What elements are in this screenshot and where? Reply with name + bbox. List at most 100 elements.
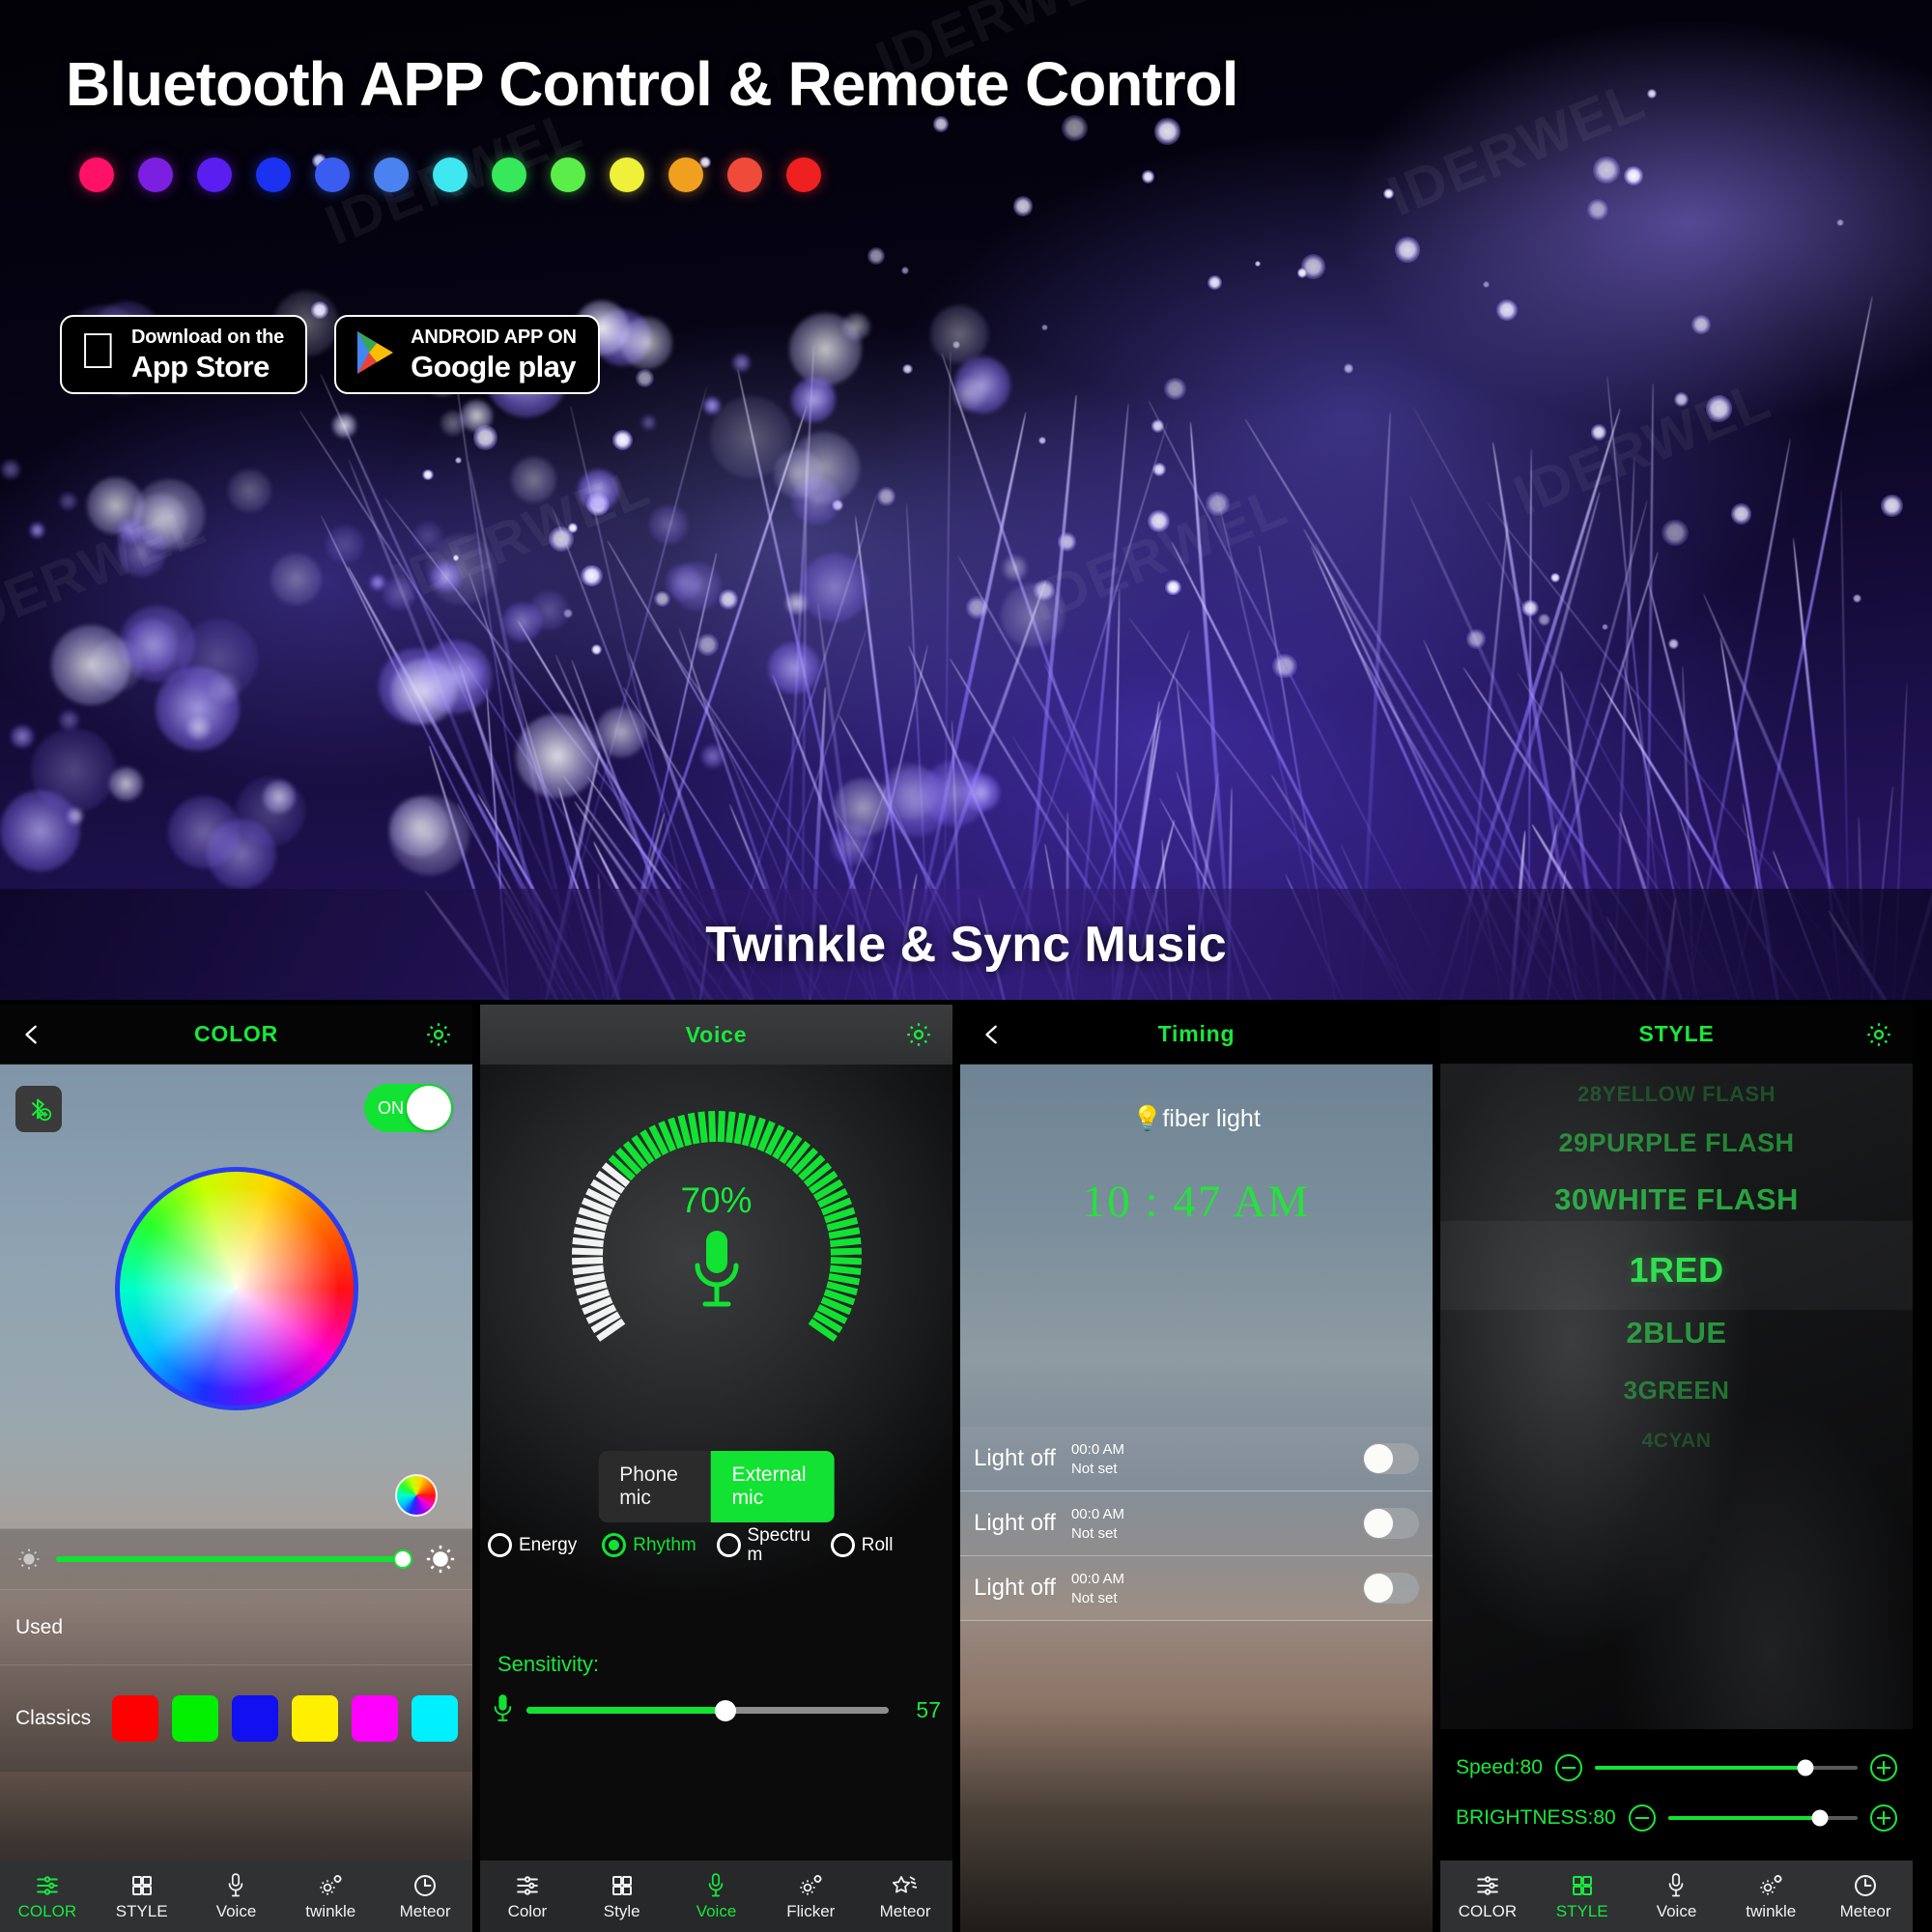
nav-item-meteor[interactable]: Meteor bbox=[858, 1872, 952, 1921]
fiber-tip bbox=[1705, 394, 1733, 422]
bokeh-light bbox=[117, 527, 166, 578]
voice-mode-roll[interactable]: Roll bbox=[830, 1533, 945, 1558]
color-picker-mini-icon[interactable] bbox=[395, 1474, 438, 1517]
classic-swatch-2[interactable] bbox=[232, 1695, 279, 1742]
nav-item-label: STYLE bbox=[1555, 1901, 1608, 1920]
style-slider[interactable] bbox=[1594, 1759, 1858, 1776]
back-icon[interactable] bbox=[981, 1024, 1003, 1045]
timer-row[interactable]: Light off 00:0 AM Not set bbox=[960, 1556, 1433, 1621]
bokeh-light bbox=[412, 521, 443, 551]
nav-item-meteor[interactable]: Meteor bbox=[378, 1872, 472, 1921]
bokeh-light bbox=[800, 554, 869, 622]
nav-item-color[interactable]: COLOR bbox=[1440, 1872, 1535, 1921]
timer-name: Light off bbox=[974, 1445, 1056, 1471]
mic-icon bbox=[225, 1872, 246, 1899]
color-screen-title: COLOR bbox=[193, 1021, 279, 1046]
mic-source-external[interactable]: External mic bbox=[710, 1451, 835, 1522]
bokeh-light bbox=[709, 396, 792, 479]
voice-mode-rhythm[interactable]: Rhythm bbox=[602, 1533, 716, 1558]
mic-source-phone[interactable]: Phone mic bbox=[598, 1451, 710, 1522]
nav-item-style[interactable]: STYLE bbox=[95, 1872, 189, 1921]
timer-toggle[interactable] bbox=[1363, 1573, 1419, 1604]
brightness-slider-knob[interactable] bbox=[393, 1549, 412, 1569]
style-option[interactable]: 28YELLOW FLASH bbox=[1440, 1082, 1913, 1107]
style-option[interactable]: 2BLUE bbox=[1440, 1316, 1913, 1350]
radio-circle[interactable] bbox=[716, 1533, 741, 1558]
power-toggle-knob bbox=[407, 1086, 451, 1130]
nav-item-color[interactable]: Color bbox=[480, 1872, 575, 1921]
style-option[interactable]: 3GREEN bbox=[1440, 1376, 1913, 1406]
google-play-badge[interactable]: ANDROID APP ON Google play bbox=[334, 315, 600, 394]
style-option[interactable]: 1RED bbox=[1440, 1250, 1913, 1291]
color-header: COLOR bbox=[0, 1005, 472, 1065]
bluetooth-add-button[interactable] bbox=[15, 1086, 62, 1132]
fiber-tip bbox=[1495, 298, 1518, 321]
classics-colors-row: Classics bbox=[0, 1665, 472, 1772]
style-option[interactable]: 29PURPLE FLASH bbox=[1440, 1128, 1913, 1158]
color-dot-0 bbox=[79, 157, 114, 192]
plus-button[interactable] bbox=[1870, 1804, 1897, 1832]
color-dot-1 bbox=[138, 157, 173, 192]
color-dot-7 bbox=[492, 157, 526, 192]
back-icon[interactable] bbox=[21, 1024, 43, 1045]
timer-name: Light off bbox=[974, 1510, 1056, 1536]
style-option[interactable]: 4CYAN bbox=[1440, 1430, 1913, 1453]
gear-icon[interactable] bbox=[904, 1020, 933, 1049]
bulb-icon: 💡 bbox=[1132, 1105, 1163, 1132]
classic-swatch-0[interactable] bbox=[112, 1695, 159, 1742]
nav-item-flicker[interactable]: Flicker bbox=[763, 1872, 858, 1921]
timer-toggle[interactable] bbox=[1363, 1443, 1419, 1474]
nav-item-style[interactable]: STYLE bbox=[1535, 1872, 1630, 1921]
plus-button[interactable] bbox=[1870, 1754, 1897, 1781]
gear-icon[interactable] bbox=[424, 1020, 453, 1049]
bokeh-light bbox=[236, 776, 306, 846]
gear-icon[interactable] bbox=[1864, 1020, 1893, 1049]
color-wheel[interactable] bbox=[114, 1167, 358, 1410]
bokeh-light bbox=[326, 525, 364, 564]
bokeh-light bbox=[701, 745, 724, 768]
brightness-slider[interactable] bbox=[56, 1549, 412, 1569]
timer-row[interactable]: Light off 00:0 AM Not set bbox=[960, 1492, 1433, 1556]
sensitivity-slider[interactable] bbox=[526, 1699, 889, 1721]
bokeh-light bbox=[108, 767, 144, 802]
voice-screen-title: Voice bbox=[685, 1021, 748, 1047]
classic-swatch-3[interactable] bbox=[292, 1695, 339, 1742]
style-option[interactable]: 30WHITE FLASH bbox=[1440, 1182, 1913, 1217]
power-toggle[interactable]: ON bbox=[364, 1084, 453, 1132]
classic-swatch-5[interactable] bbox=[412, 1695, 459, 1742]
mic-icon[interactable] bbox=[689, 1229, 745, 1310]
meteor-icon bbox=[892, 1872, 919, 1899]
classic-swatch-1[interactable] bbox=[172, 1695, 219, 1742]
classic-swatch-4[interactable] bbox=[352, 1695, 399, 1742]
nav-item-meteor[interactable]: Meteor bbox=[1818, 1872, 1913, 1921]
bokeh-light bbox=[50, 625, 131, 705]
nav-item-label: Voice bbox=[1656, 1901, 1697, 1920]
sensitivity-knob[interactable] bbox=[715, 1699, 737, 1721]
minus-button[interactable] bbox=[1628, 1804, 1656, 1832]
bokeh-light bbox=[501, 602, 542, 642]
nav-item-twinkle[interactable]: twinkle bbox=[283, 1872, 378, 1921]
nav-item-voice[interactable]: Voice bbox=[189, 1872, 284, 1921]
style-slider-knob[interactable] bbox=[1797, 1759, 1814, 1776]
nav-item-twinkle[interactable]: twinkle bbox=[1723, 1872, 1818, 1921]
timer-row[interactable]: Light off 00:0 AM Not set bbox=[960, 1427, 1433, 1492]
grid-icon bbox=[1571, 1872, 1594, 1899]
nav-item-voice[interactable]: Voice bbox=[1630, 1872, 1724, 1921]
radio-circle[interactable] bbox=[488, 1533, 512, 1558]
bokeh-light bbox=[0, 790, 81, 871]
minus-button[interactable] bbox=[1554, 1754, 1582, 1781]
fiber-tip bbox=[1836, 218, 1845, 227]
radio-circle[interactable] bbox=[602, 1533, 627, 1558]
nav-item-voice[interactable]: Voice bbox=[669, 1872, 764, 1921]
app-store-badge[interactable]:  Download on the App Store bbox=[60, 315, 308, 394]
nav-item-color[interactable]: COLOR bbox=[0, 1872, 95, 1921]
timer-toggle[interactable] bbox=[1363, 1508, 1419, 1539]
style-slider[interactable] bbox=[1667, 1809, 1858, 1827]
radio-circle[interactable] bbox=[830, 1533, 855, 1558]
style-slider-knob[interactable] bbox=[1811, 1809, 1829, 1827]
voice-mode-spectrum[interactable]: Spectru m bbox=[716, 1526, 831, 1565]
gear-sparkle-icon bbox=[1757, 1872, 1784, 1899]
nav-item-style[interactable]: Style bbox=[575, 1872, 669, 1921]
voice-mode-energy[interactable]: Energy bbox=[488, 1533, 602, 1558]
mic-source-segmented[interactable]: Phone mic External mic bbox=[598, 1451, 835, 1522]
